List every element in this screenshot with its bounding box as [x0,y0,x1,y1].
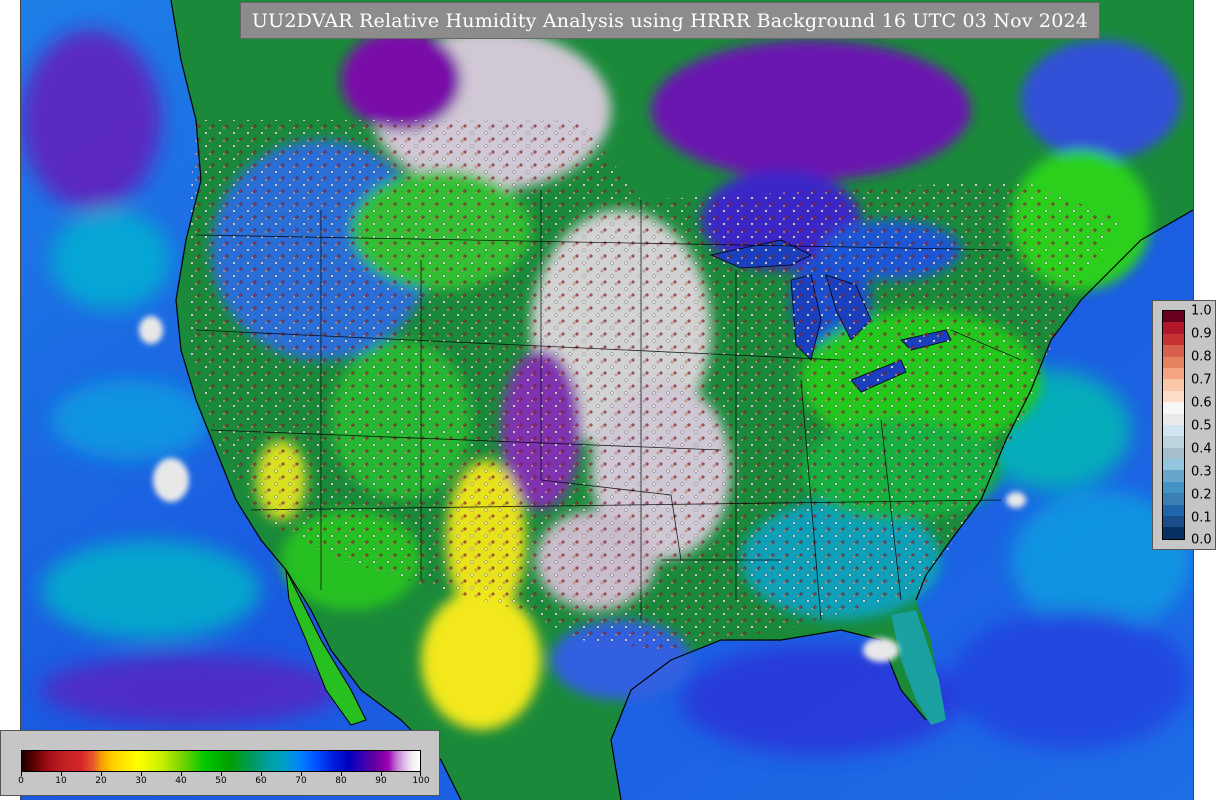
rh-tick-label: 90 [375,776,387,786]
station-tick-label: 0.9 [1191,326,1212,342]
station-value-colorbar: 1.0 0.9 0.8 0.7 0.6 0.5 0.4 0.3 0.2 0.1 … [1152,300,1216,550]
rh-tick-label: 50 [215,776,227,786]
station-colorbar-cell [1163,424,1184,437]
relative-humidity-colorbar: 0 10 20 30 40 50 60 70 80 90 100 [0,730,440,796]
rh-tick-label: 0 [18,776,24,786]
station-colorbar-cell [1163,459,1184,471]
station-colorbar-cell [1163,402,1184,414]
station-colorbar-cell [1163,333,1184,346]
rh-tick-label: 40 [175,776,187,786]
station-tick-label: 0.5 [1191,418,1212,434]
rh-tick-label: 100 [412,776,430,786]
station-colorbar-cell [1163,390,1184,403]
station-colorbar-cell [1163,504,1184,517]
rh-colorbar-gradient [21,750,421,772]
map-title: UU2DVAR Relative Humidity Analysis using… [240,2,1100,39]
station-tick-label: 0.3 [1191,464,1212,480]
station-colorbar-cell [1163,322,1184,334]
map-canvas [21,0,1193,800]
rh-tick-label: 10 [55,776,67,786]
station-tick-label: 0.6 [1191,395,1212,411]
rh-analysis-map [20,0,1194,800]
station-colorbar-cell [1163,379,1184,391]
rh-tick-label: 70 [295,776,307,786]
station-colorbar-cell [1163,436,1184,448]
station-colorbar-cell [1163,356,1184,368]
station-tick-label: 0.7 [1191,372,1212,388]
station-tick-label: 0.1 [1191,510,1212,526]
station-colorbar-cell [1163,470,1184,482]
station-tick-label: 0.0 [1191,532,1212,548]
rh-tick-label: 80 [335,776,347,786]
station-tick-label: 1.0 [1191,303,1212,319]
station-colorbar-cell [1163,493,1184,505]
station-colorbar-cell [1163,413,1184,425]
station-tick-label: 0.8 [1191,349,1212,365]
rh-tick-label: 60 [255,776,267,786]
station-colorbar-cell [1163,527,1184,539]
rh-tick-label: 20 [95,776,107,786]
station-colorbar-cell [1163,447,1184,460]
station-tick-label: 0.2 [1191,487,1212,503]
station-colorbar-cell [1163,516,1184,528]
station-colorbar-cell [1163,311,1184,323]
rh-tick-label: 30 [135,776,147,786]
station-colorbar-cell [1163,481,1184,494]
station-colorbar-cells [1162,310,1185,540]
station-tick-label: 0.4 [1191,441,1212,457]
station-colorbar-cell [1163,345,1184,357]
station-colorbar-cell [1163,367,1184,380]
